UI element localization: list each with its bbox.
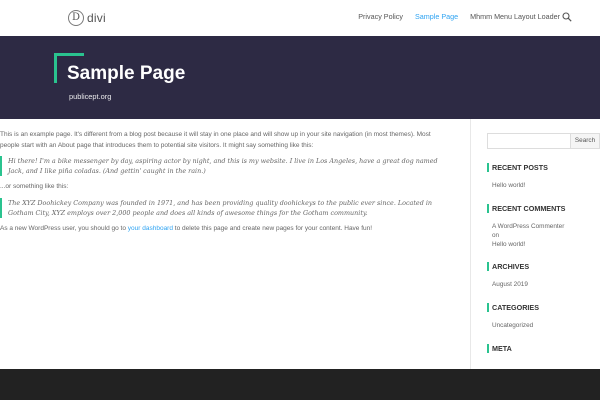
widget-title-recent-comments: RECENT COMMENTS: [487, 204, 600, 213]
sidebar-search-input[interactable]: [487, 133, 571, 149]
category-link[interactable]: Uncategorized: [487, 321, 600, 330]
sidebar-divider: [470, 119, 471, 370]
blockquote-doohickey: The XYZ Doohickey Company was founded in…: [0, 197, 450, 218]
site-header: D divi Privacy Policy Sample Page Mhmm M…: [0, 0, 600, 36]
archive-link[interactable]: August 2019: [487, 280, 600, 289]
nav-item-privacy-policy[interactable]: Privacy Policy: [358, 12, 403, 21]
site-footer: [0, 369, 600, 400]
comment-author-link[interactable]: A WordPress Commenter: [487, 222, 600, 231]
page-title: Sample Page: [67, 63, 186, 84]
blockquote-bike-messenger: Hi there! I'm a bike messenger by day, a…: [0, 156, 450, 176]
logo-text: divi: [87, 11, 106, 25]
widget-categories: CATEGORIES Uncategorized: [487, 303, 600, 330]
widget-recent-comments: RECENT COMMENTS A WordPress Commenter on…: [487, 204, 600, 249]
comment-post-link[interactable]: Hello world!: [487, 240, 600, 249]
main-nav: Privacy Policy Sample Page Mhmm Menu Lay…: [358, 12, 560, 21]
page-content: This is an example page. It's different …: [0, 130, 450, 234]
sidebar: Search RECENT POSTS Hello world! RECENT …: [487, 133, 600, 353]
widget-title-archives: ARCHIVES: [487, 262, 600, 271]
widget-title-categories: CATEGORIES: [487, 303, 600, 312]
nav-item-sample-page[interactable]: Sample Page: [415, 12, 458, 21]
sidebar-search-form: Search: [487, 133, 600, 149]
dashboard-link[interactable]: your dashboard: [128, 225, 173, 232]
widget-meta: META: [487, 344, 600, 353]
search-icon[interactable]: [562, 12, 572, 22]
comment-on-text: on: [492, 232, 500, 239]
sidebar-search-button[interactable]: Search: [571, 133, 600, 149]
widget-recent-posts: RECENT POSTS Hello world!: [487, 163, 600, 190]
logo-mark: D: [68, 10, 84, 26]
recent-post-link[interactable]: Hello world!: [487, 181, 600, 190]
site-logo[interactable]: D divi: [68, 9, 106, 27]
outro-text-before: As a new WordPress user, you should go t…: [0, 224, 128, 232]
intro-paragraph: This is an example page. It's different …: [0, 131, 431, 149]
outro-paragraph: As a new WordPress user, you should go t…: [0, 224, 450, 235]
widget-archives: ARCHIVES August 2019: [487, 262, 600, 289]
outro-text-after: to delete this page and create new pages…: [172, 224, 373, 232]
middle-paragraph: ...or something like this:: [0, 183, 69, 190]
page-subtitle: publicept.org: [69, 92, 112, 101]
page-hero: Sample Page publicept.org: [0, 36, 600, 119]
nav-item-mhmm-menu-layout-loader[interactable]: Mhmm Menu Layout Loader: [470, 12, 560, 21]
widget-title-recent-posts: RECENT POSTS: [487, 163, 600, 172]
widget-title-meta: META: [487, 344, 600, 353]
